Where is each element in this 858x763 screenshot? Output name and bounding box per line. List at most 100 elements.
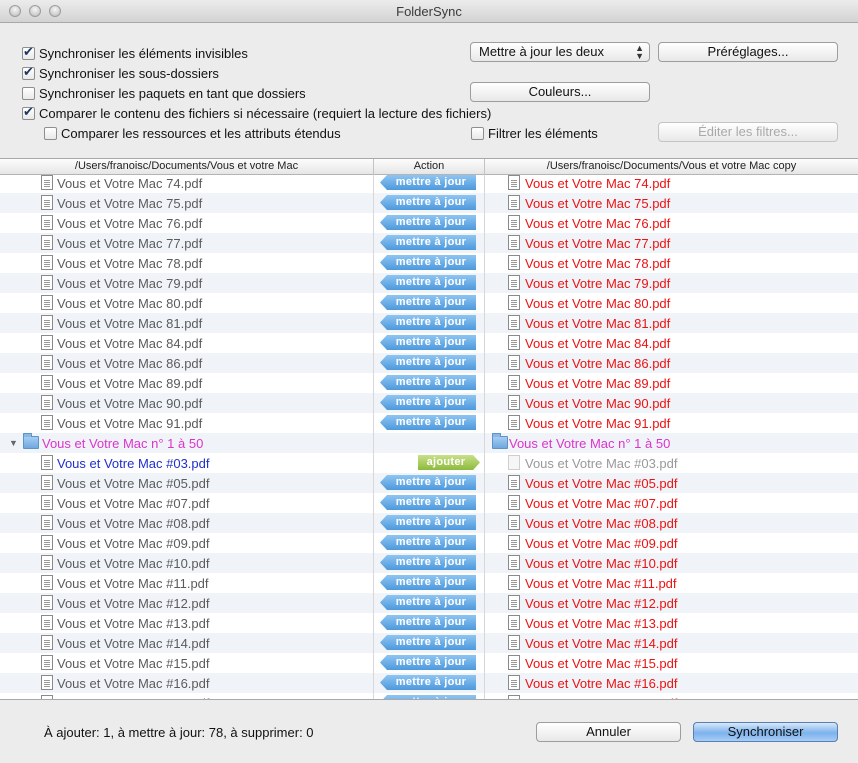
pdf-file-icon: [41, 675, 53, 690]
update-action-badge[interactable]: mettre à jour: [380, 335, 476, 350]
sync-file-table[interactable]: Vous et Votre Mac 74.pdf Vous et Votre Ma…: [0, 158, 858, 700]
update-action-badge[interactable]: mettre à jour: [380, 215, 476, 230]
update-action-badge[interactable]: mettre à jour: [380, 375, 476, 390]
table-row[interactable]: Vous et Votre Mac 75.pdf Vous et Votre Ma…: [0, 193, 858, 213]
filter-items-checkbox[interactable]: [471, 126, 484, 140]
update-action-badge[interactable]: mettre à jour: [380, 175, 476, 190]
compare-resources-option[interactable]: Comparer les ressources et les attributs…: [44, 124, 341, 142]
table-row[interactable]: Vous et Votre Mac #15.pdf Vous et Votre M…: [0, 653, 858, 673]
update-action-badge[interactable]: mettre à jour: [380, 555, 476, 570]
table-row[interactable]: Vous et Votre Mac 76.pdf Vous et Votre Ma…: [0, 213, 858, 233]
right-file-name: Vous et Votre Mac 78.pdf: [525, 256, 671, 271]
table-row[interactable]: Vous et Votre Mac 84.pdf Vous et Votre Ma…: [0, 333, 858, 353]
table-row[interactable]: Vous et Votre Mac #13.pdf Vous et Votre M…: [0, 613, 858, 633]
sync-mode-popup[interactable]: Mettre à jour les deux ▲ ▼: [470, 42, 650, 62]
table-row[interactable]: Vous et Votre Mac 80.pdf Vous et Votre Ma…: [0, 293, 858, 313]
pdf-file-icon: [508, 195, 520, 210]
update-action-badge[interactable]: mettre à jour: [380, 595, 476, 610]
sync-invisible-option[interactable]: Synchroniser les éléments invisibles: [22, 44, 248, 62]
table-row[interactable]: Vous et Votre Mac #14.pdf Vous et Votre M…: [0, 633, 858, 653]
table-row[interactable]: Vous et Votre Mac 89.pdf Vous et Votre Ma…: [0, 373, 858, 393]
pdf-file-icon: [508, 675, 520, 690]
table-row[interactable]: Vous et Votre Mac #16.pdf Vous et Votre M…: [0, 673, 858, 693]
synchronize-button[interactable]: Synchroniser: [693, 722, 838, 742]
table-rows[interactable]: Vous et Votre Mac 74.pdf Vous et Votre Ma…: [0, 173, 858, 699]
action-column-header[interactable]: Action: [374, 160, 484, 172]
add-action-badge[interactable]: ajouter: [418, 455, 480, 470]
table-row[interactable]: Vous et Votre Mac #05.pdf Vous et Votre M…: [0, 473, 858, 493]
update-action-badge[interactable]: mettre à jour: [380, 675, 476, 690]
compare-contents-option[interactable]: Comparer le contenu des fichiers si néce…: [22, 104, 491, 122]
sync-subfolders-option[interactable]: Synchroniser les sous-dossiers: [22, 64, 219, 82]
column-separator: [373, 473, 374, 493]
left-file-name: Vous et Votre Mac 77.pdf: [57, 236, 203, 251]
colors-button[interactable]: Couleurs...: [470, 82, 650, 102]
left-file-name: Vous et Votre Mac #07.pdf: [57, 496, 210, 511]
update-action-badge[interactable]: mettre à jour: [380, 295, 476, 310]
right-file-name: Vous et Votre Mac 80.pdf: [525, 296, 671, 311]
right-file-name: Vous et Votre Mac #11.pdf: [525, 576, 677, 591]
update-action-badge[interactable]: mettre à jour: [380, 655, 476, 670]
table-row[interactable]: Vous et Votre Mac 81.pdf Vous et Votre Ma…: [0, 313, 858, 333]
update-action-badge[interactable]: mettre à jour: [380, 355, 476, 370]
folder-row[interactable]: ▼ Vous et Votre Mac n° 1 à 50 Vous et Votr…: [0, 433, 858, 453]
update-action-badge[interactable]: mettre à jour: [380, 255, 476, 270]
left-file-name: Vous et Votre Mac 78.pdf: [57, 256, 203, 271]
table-row[interactable]: Vous et Votre Mac 90.pdf Vous et Votre Ma…: [0, 393, 858, 413]
update-action-badge[interactable]: mettre à jour: [380, 275, 476, 290]
table-row[interactable]: Vous et Votre Mac #07.pdf Vous et Votre M…: [0, 493, 858, 513]
update-action-badge[interactable]: mettre à jour: [380, 535, 476, 550]
update-action-badge[interactable]: mettre à jour: [380, 315, 476, 330]
update-action-badge[interactable]: mettre à jour: [380, 475, 476, 490]
column-separator: [373, 613, 374, 633]
sync-packages-checkbox[interactable]: [22, 86, 35, 100]
update-action-badge[interactable]: mettre à jour: [380, 235, 476, 250]
update-action-badge[interactable]: mettre à jour: [380, 635, 476, 650]
table-row[interactable]: Vous et Votre Mac #03.pdf Vous et Votre M…: [0, 453, 858, 473]
update-action-badge[interactable]: mettre à jour: [380, 615, 476, 630]
update-action-badge[interactable]: mettre à jour: [380, 415, 476, 430]
pdf-file-icon: [41, 415, 53, 430]
right-folder-column-header[interactable]: /Users/franoisc/Documents/Vous et votre …: [485, 160, 858, 172]
update-action-badge[interactable]: mettre à jour: [380, 695, 476, 699]
table-row[interactable]: Vous et Votre Mac #09.pdf Vous et Votre M…: [0, 533, 858, 553]
table-row[interactable]: Vous et Votre Mac 86.pdf Vous et Votre Ma…: [0, 353, 858, 373]
table-row[interactable]: Vous et Votre Mac #11.pdf Vous et Votre M…: [0, 573, 858, 593]
filter-items-option[interactable]: Filtrer les éléments: [471, 124, 598, 142]
pdf-file-icon: [41, 335, 53, 350]
update-action-badge[interactable]: mettre à jour: [380, 195, 476, 210]
update-action-badge[interactable]: mettre à jour: [380, 495, 476, 510]
pdf-file-icon: [41, 215, 53, 230]
right-folder-name: Vous et Votre Mac n° 1 à 50: [509, 436, 671, 451]
compare-resources-checkbox[interactable]: [44, 126, 57, 140]
table-row[interactable]: Vous et Votre Mac 78.pdf Vous et Votre Ma…: [0, 253, 858, 273]
presets-button[interactable]: Préréglages...: [658, 42, 838, 62]
left-folder-column-header[interactable]: /Users/franoisc/Documents/Vous et votre …: [0, 160, 373, 172]
column-separator: [484, 613, 485, 633]
table-row[interactable]: Vous et Votre Mac 79.pdf Vous et Votre Ma…: [0, 273, 858, 293]
column-separator: [373, 593, 374, 613]
column-separator: [484, 393, 485, 413]
pdf-file-icon: [508, 335, 520, 350]
sync-invisible-checkbox[interactable]: [22, 44, 35, 60]
left-file-name: Vous et Votre Mac #08.pdf: [57, 516, 210, 531]
table-row[interactable]: Vous et Votre Mac #10.pdf Vous et Votre M…: [0, 553, 858, 573]
table-row[interactable]: Vous et Votre Mac 74.pdf Vous et Votre Ma…: [0, 173, 858, 193]
sync-packages-option[interactable]: Synchroniser les paquets en tant que dos…: [22, 84, 306, 102]
left-file-name: Vous et Votre Mac #10.pdf: [57, 556, 210, 571]
compare-contents-checkbox[interactable]: [22, 104, 35, 120]
sync-subfolders-checkbox[interactable]: [22, 64, 35, 80]
update-action-badge[interactable]: mettre à jour: [380, 395, 476, 410]
cancel-button[interactable]: Annuler: [536, 722, 681, 742]
table-row[interactable]: Vous et Votre Mac 91.pdf Vous et Votre Ma…: [0, 413, 858, 433]
table-row[interactable]: Vous et Votre Mac #17.pdf Vous et Votre M…: [0, 693, 858, 699]
update-action-badge[interactable]: mettre à jour: [380, 515, 476, 530]
table-row[interactable]: Vous et Votre Mac 77.pdf Vous et Votre Ma…: [0, 233, 858, 253]
table-row[interactable]: Vous et Votre Mac #12.pdf Vous et Votre M…: [0, 593, 858, 613]
table-row[interactable]: Vous et Votre Mac #08.pdf Vous et Votre M…: [0, 513, 858, 533]
disclosure-triangle-icon[interactable]: ▼: [9, 438, 18, 448]
pdf-file-icon: [508, 655, 520, 670]
pdf-file-icon: [41, 355, 53, 370]
update-action-badge[interactable]: mettre à jour: [380, 575, 476, 590]
pdf-file-icon: [508, 455, 520, 470]
